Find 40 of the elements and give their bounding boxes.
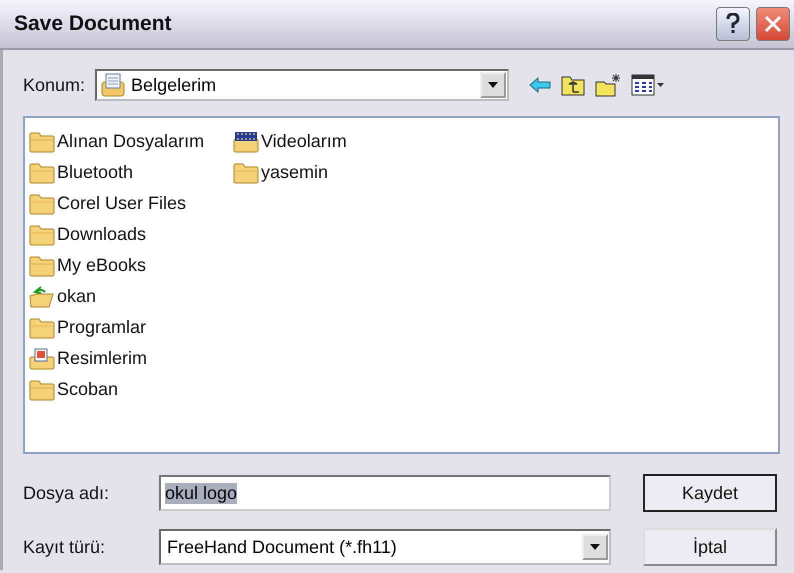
- folder-icon: [29, 254, 55, 276]
- file-item[interactable]: Corel User Files: [57, 193, 186, 214]
- folder-icon: [29, 130, 55, 152]
- file-item[interactable]: yasemin: [261, 162, 328, 183]
- folder-icon: [29, 162, 55, 184]
- help-button[interactable]: [716, 7, 750, 41]
- folder-up-icon[interactable]: [561, 74, 586, 96]
- picture-folder-icon: [29, 348, 55, 370]
- close-button[interactable]: [756, 7, 790, 41]
- location-label: Konum:: [23, 74, 86, 96]
- file-item[interactable]: Scoban: [57, 379, 118, 400]
- film-folder-icon: [233, 130, 259, 152]
- window-title: Save Document: [14, 12, 173, 36]
- file-item[interactable]: My eBooks: [57, 255, 146, 276]
- save-button[interactable]: Kaydet: [643, 474, 777, 512]
- filename-field[interactable]: okul logo: [159, 475, 611, 511]
- folder-arrow-icon: [29, 286, 55, 308]
- file-type-dropdown[interactable]: FreeHand Document (*.fh11): [159, 529, 611, 565]
- folder-icon: [29, 192, 55, 214]
- filename-label: Dosya adı:: [23, 482, 110, 504]
- cancel-button[interactable]: İptal: [643, 528, 777, 566]
- file-item[interactable]: Downloads: [57, 224, 146, 245]
- new-folder-icon[interactable]: [595, 73, 622, 97]
- view-menu-icon[interactable]: [631, 74, 666, 96]
- folder-icon: [29, 378, 55, 400]
- folder-icon: [29, 224, 55, 246]
- file-item[interactable]: Videolarım: [261, 131, 347, 152]
- close-icon: [763, 14, 783, 34]
- file-item[interactable]: Bluetooth: [57, 162, 134, 183]
- document-folder-icon: [101, 73, 126, 97]
- folder-icon: [29, 316, 55, 338]
- back-arrow-icon[interactable]: [529, 77, 552, 93]
- file-item[interactable]: Alınan Dosyalarım: [57, 131, 204, 152]
- file-item[interactable]: okan: [57, 286, 96, 307]
- question-mark-icon: [725, 13, 741, 35]
- folder-icon: [233, 162, 259, 184]
- file-item[interactable]: Programlar: [57, 317, 146, 338]
- file-type-label: Kayıt türü:: [23, 536, 106, 558]
- file-item[interactable]: Resimlerim: [57, 348, 147, 369]
- location-dropdown[interactable]: Belgelerim: [95, 69, 510, 101]
